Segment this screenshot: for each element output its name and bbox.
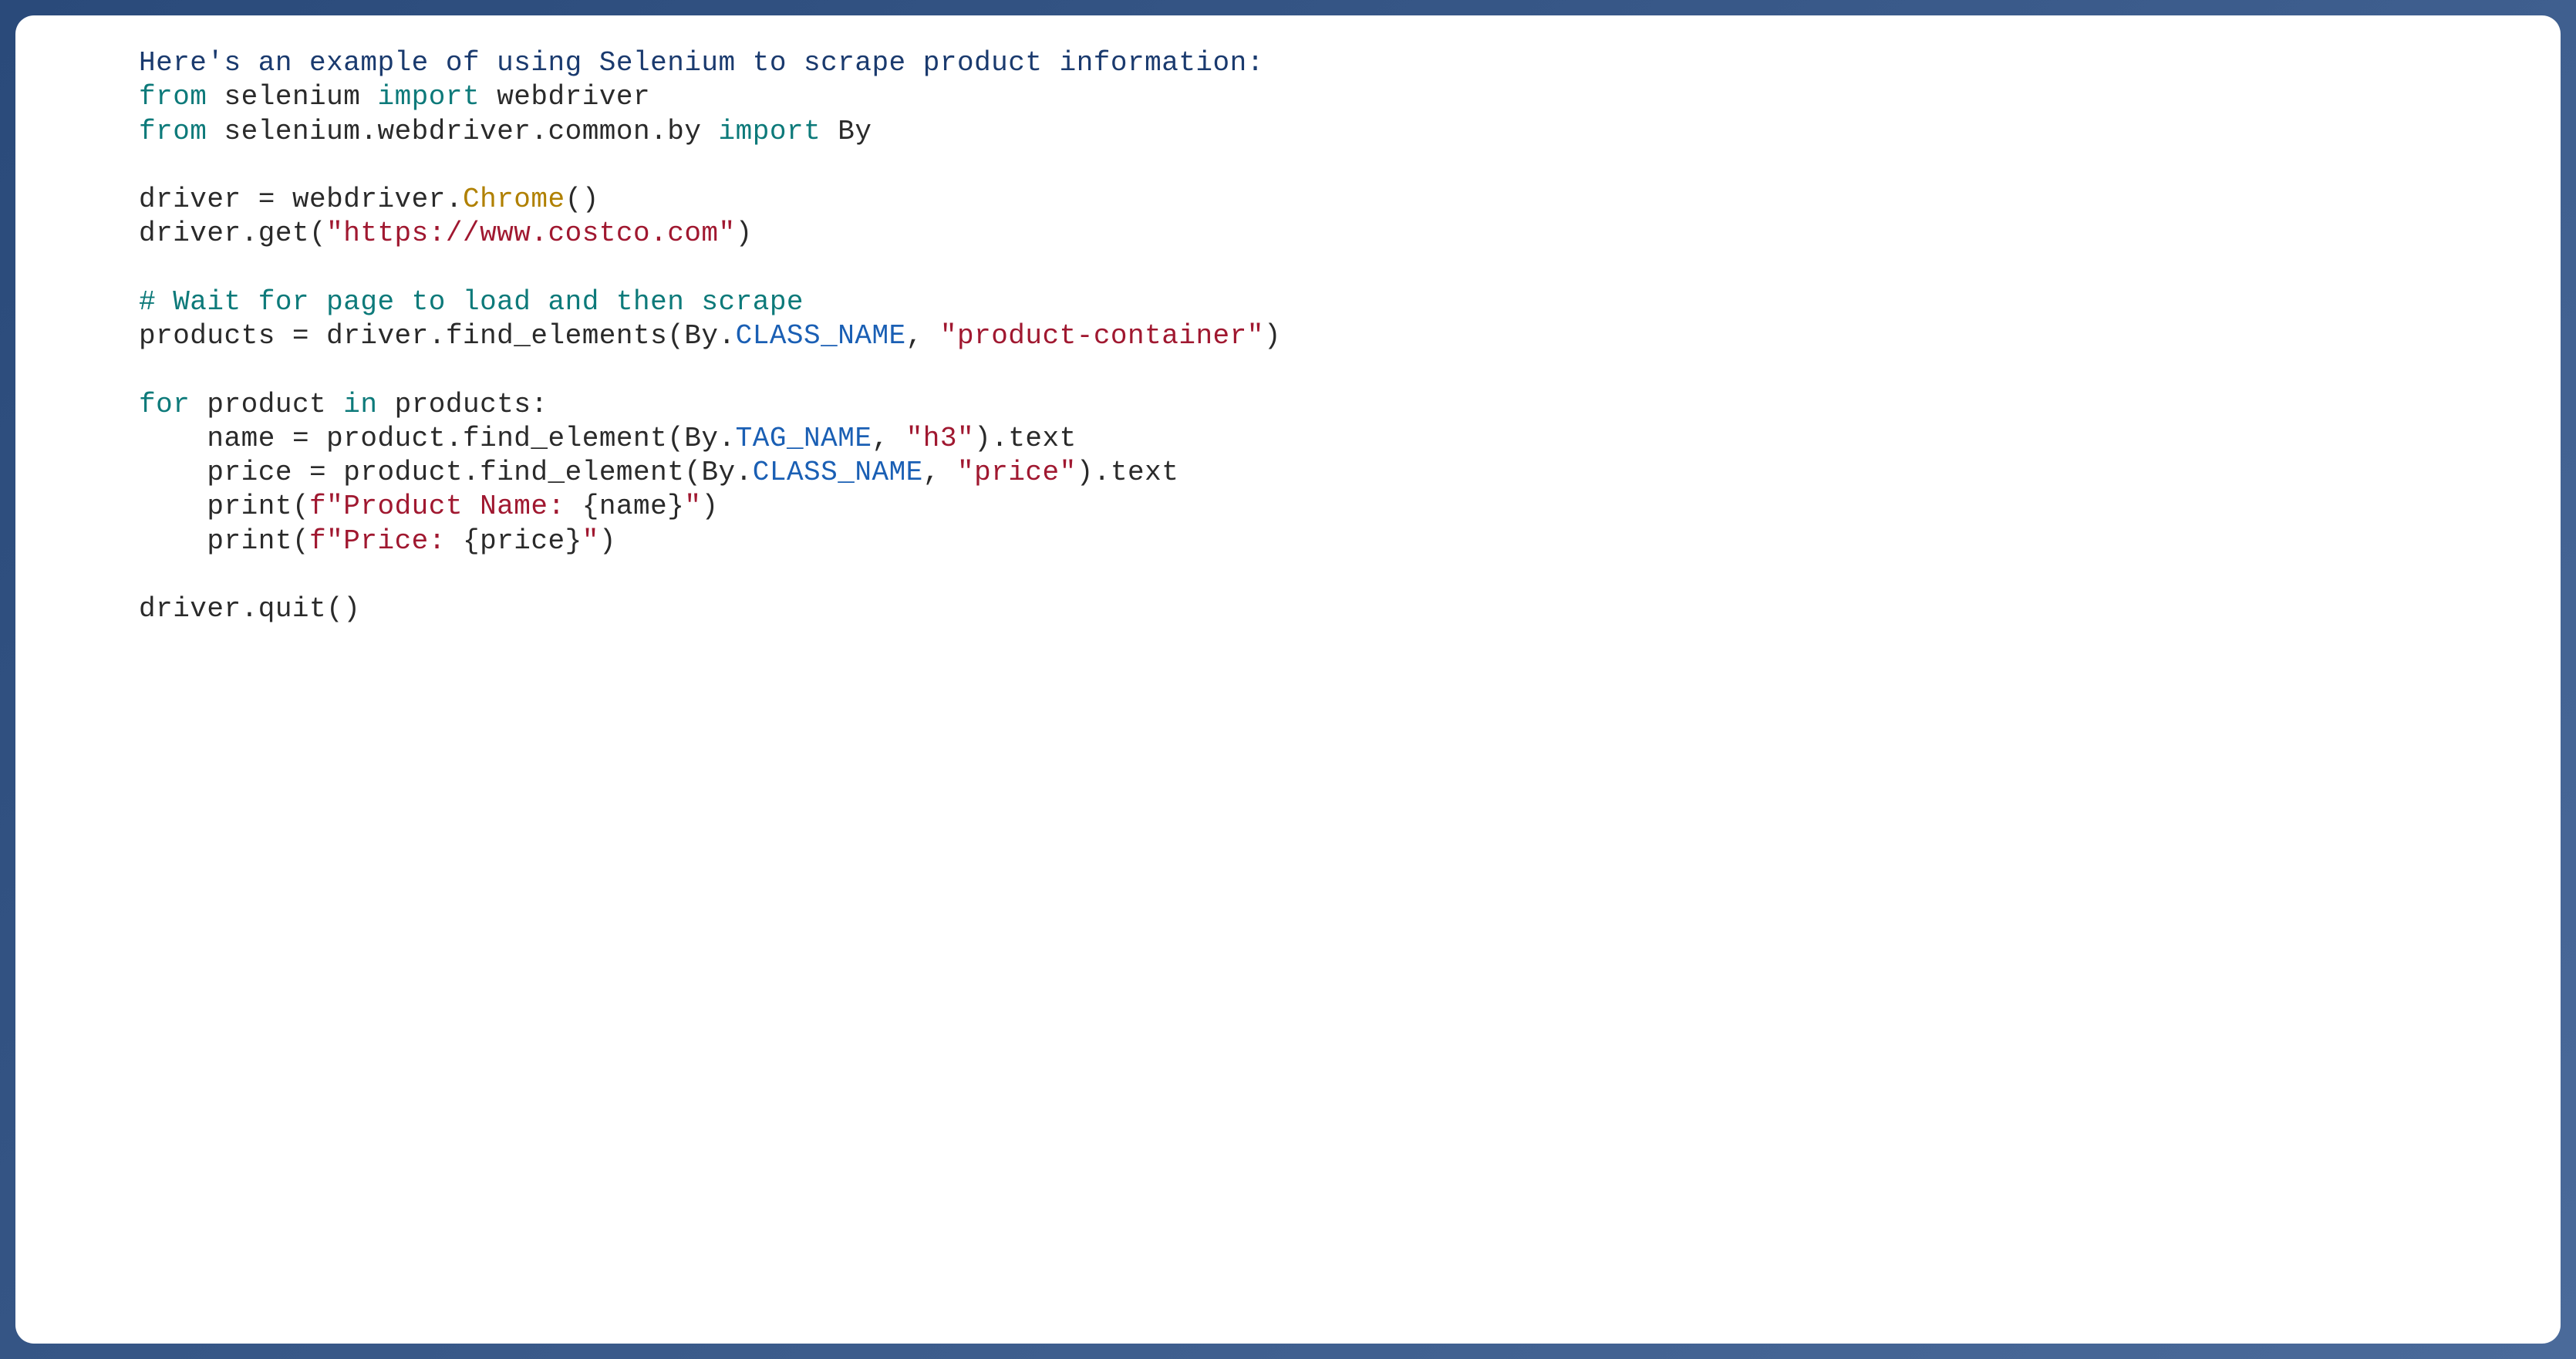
string-literal: "product-container" [940,320,1264,352]
code-block: Here's an example of using Selenium to s… [139,46,2437,627]
method-call: product.find_element(By. [326,423,735,454]
equals: = [275,320,326,352]
object-ref: webdriver. [292,184,463,215]
keyword-from: from [139,81,207,113]
close-paren: ) [701,491,718,522]
iterable: products: [395,389,548,420]
string-literal: "price" [957,457,1077,488]
string-literal: "https://www.costco.com" [326,218,735,249]
print-call: print( [207,525,309,557]
print-call: print( [207,491,309,522]
variable: price [207,457,292,488]
space [377,389,394,420]
class-name: Chrome [463,184,565,215]
fstring-brace: { [582,491,599,522]
method-call: driver.get( [139,218,326,249]
variable: name [207,423,275,454]
keyword-for: for [139,389,190,420]
space [326,389,343,420]
keyword-in: in [343,389,377,420]
indent [139,525,207,557]
indent [139,457,207,488]
code-container: Here's an example of using Selenium to s… [15,15,2561,1344]
indent [139,423,207,454]
close-paren: ).text [1077,457,1179,488]
module-name: selenium [224,81,361,113]
separator: , [906,320,940,352]
fstring-text: " [684,491,701,522]
close-paren: ) [736,218,753,249]
keyword-from: from [139,116,207,147]
equals: = [241,184,292,215]
method-call: product.find_element(By. [343,457,752,488]
method-call: driver.find_elements(By. [326,320,735,352]
separator: , [872,423,905,454]
parens: () [565,184,599,215]
loop-var: product [207,389,326,420]
string-literal: "h3" [906,423,974,454]
import-target: By [838,116,872,147]
keyword-import: import [377,81,480,113]
close-paren: ) [1264,320,1281,352]
fstring-text: "Product Name: [326,491,582,522]
constant: TAG_NAME [736,423,872,454]
fstring-var: name [599,491,667,522]
indent [139,491,207,522]
fstring-text: " [582,525,599,557]
close-paren: ).text [974,423,1077,454]
fstring-brace: } [565,525,582,557]
intro-text: Here's an example of using Selenium to s… [139,47,1264,79]
keyword-import: import [719,116,821,147]
variable: driver [139,184,241,215]
separator: , [923,457,957,488]
fstring-brace: { [463,525,480,557]
method-call: driver.quit() [139,593,360,625]
fstring-prefix: f [309,491,326,522]
fstring-text: "Price: [326,525,463,557]
fstring-brace: } [667,491,684,522]
module-name: selenium.webdriver.common.by [224,116,702,147]
variable: products [139,320,275,352]
equals: = [292,457,343,488]
constant: CLASS_NAME [736,320,906,352]
comment: # Wait for page to load and then scrape [139,286,804,318]
constant: CLASS_NAME [753,457,923,488]
import-target: webdriver [497,81,650,113]
fstring-prefix: f [309,525,326,557]
equals: = [275,423,326,454]
space [190,389,207,420]
fstring-var: price [480,525,565,557]
close-paren: ) [599,525,616,557]
